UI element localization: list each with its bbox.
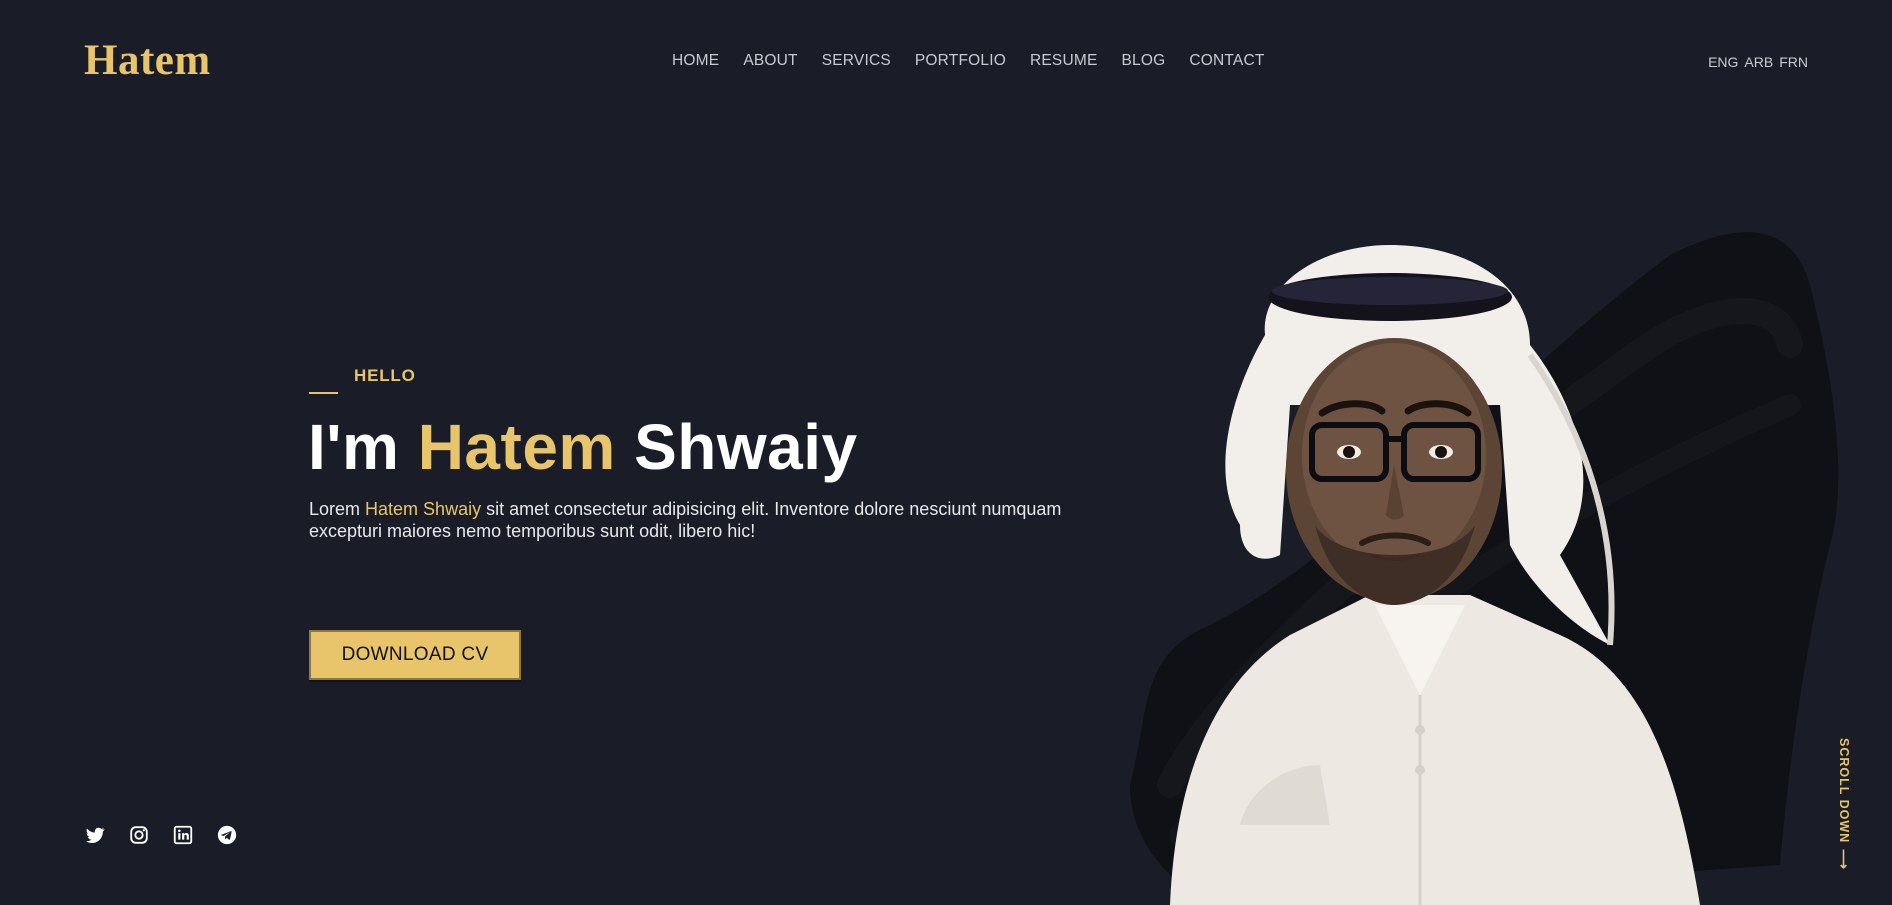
nav-item-resume[interactable]: RESUME — [1030, 52, 1098, 70]
lang-eng[interactable]: ENG — [1708, 54, 1738, 70]
nav-item-about[interactable]: ABOUT — [743, 52, 797, 70]
hello-line — [309, 392, 338, 394]
twitter-icon[interactable] — [84, 824, 106, 846]
hello-text: HELLO — [354, 366, 416, 385]
instagram-icon[interactable] — [128, 824, 150, 846]
nav-item-blog[interactable]: BLOG — [1122, 52, 1166, 70]
linkedin-icon[interactable] — [172, 824, 194, 846]
lang-arb[interactable]: ARB — [1744, 54, 1773, 70]
hello-eyebrow: HELLO — [309, 366, 416, 394]
arrow-down-icon: ⟶ — [1836, 849, 1852, 871]
desc-highlight: Hatem Shwaiy — [365, 499, 482, 519]
page: Hatem HOME ABOUT SERVICS PORTFOLIO RESUM… — [0, 0, 1892, 905]
hero-title: I'm Hatem Shwaiy — [308, 410, 858, 484]
hero-description: Lorem Hatem Shwaiy sit amet consectetur … — [309, 498, 1089, 542]
nav-item-contact[interactable]: CONTACT — [1189, 52, 1264, 70]
nav-item-home[interactable]: HOME — [672, 52, 719, 70]
title-prefix: I'm — [308, 411, 418, 483]
scroll-down-label: SCROLL DOWN — [1837, 738, 1851, 844]
telegram-icon[interactable] — [216, 824, 238, 846]
language-switcher: ENG ARB FRN — [1708, 54, 1808, 70]
scroll-down-indicator[interactable]: SCROLL DOWN ⟶ — [1836, 738, 1852, 870]
nav-item-services[interactable]: SERVICS — [822, 52, 891, 70]
main-nav: HOME ABOUT SERVICS PORTFOLIO RESUME BLOG… — [672, 52, 1289, 70]
nav-item-portfolio[interactable]: PORTFOLIO — [915, 52, 1006, 70]
social-links — [84, 824, 238, 846]
title-suffix: Shwaiy — [615, 411, 858, 483]
lang-frn[interactable]: FRN — [1779, 54, 1808, 70]
download-cv-button[interactable]: DOWNLOAD CV — [309, 630, 521, 680]
logo[interactable]: Hatem — [84, 36, 211, 85]
title-highlight: Hatem — [417, 411, 616, 483]
desc-prefix: Lorem — [309, 499, 366, 519]
profile-photo — [1130, 232, 1839, 905]
